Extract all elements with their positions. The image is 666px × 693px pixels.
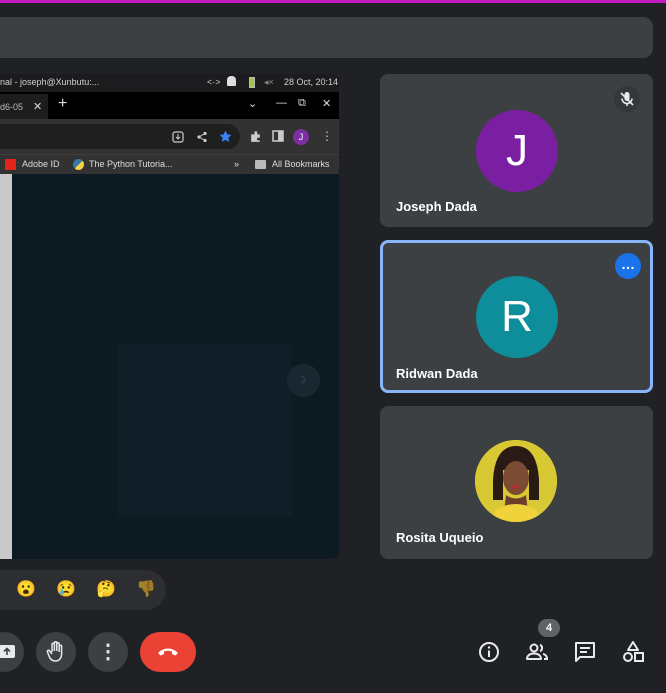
address-bar [0,124,240,149]
browser-toolbar: J ⋮ [0,119,339,154]
reaction-thinking[interactable]: 🤔 [94,578,118,602]
present-screen-button[interactable] [0,632,24,672]
chevron-right-icon: › [287,364,320,397]
more-options-icon[interactable]: … [615,253,641,279]
code-icon: <·> [207,77,221,87]
browser-menu-icon: ⋮ [321,129,333,143]
tab-label: d6-05 [0,102,24,112]
raise-hand-button[interactable] [36,632,76,672]
browser-tab: d6-05 ✕ [0,94,48,119]
bookmark-star-icon [219,130,232,142]
activities-icon[interactable] [621,640,645,664]
end-call-icon [158,648,178,656]
presentation-banner [0,17,653,58]
participant-name: Ridwan Dada [396,366,478,381]
more-options-button[interactable]: ⋮ [88,632,128,672]
reaction-surprised[interactable]: 😮 [14,578,38,602]
reaction-thumbs-down[interactable]: 👎 [134,578,158,602]
people-icon[interactable] [525,640,549,664]
extensions-icon [251,131,260,142]
bell-icon [227,76,236,86]
tab-search-icon: ⌄ [248,98,258,110]
os-status-bar: nal - joseph@Xunbutu:... <·> ◂× 28 Oct, … [0,74,339,92]
participant-name: Rosita Uqueio [396,530,484,545]
present-screen-icon [0,645,15,658]
participant-tile-joseph[interactable]: J Joseph Dada [380,74,653,227]
os-clock: 28 Oct, 20:14 [284,77,339,87]
participant-avatar: J [476,110,558,192]
bookmark-python: The Python Tutoria... [89,159,173,169]
bookmarks-bar: Adobe ID The Python Tutoria... » All Boo… [0,154,339,174]
info-icon[interactable] [477,640,501,664]
python-icon [73,159,84,170]
shared-page-content: › [0,174,339,559]
minimize-icon: — [276,97,287,109]
participant-count-badge: 4 [538,619,560,637]
folder-icon [255,160,266,169]
leave-call-button[interactable] [140,632,196,672]
side-panel-icon [272,130,284,142]
participant-avatar: R [476,276,558,358]
os-window-title: nal - joseph@Xunbutu:... [0,77,100,87]
adobe-icon [5,159,16,170]
mic-off-icon [614,86,640,112]
chat-icon[interactable] [573,640,597,664]
new-tab-icon: + [58,95,68,112]
profile-avatar: J [293,129,309,145]
close-window-icon: ✕ [322,98,332,110]
install-app-icon [172,131,184,143]
shared-screen: nal - joseph@Xunbutu:... <·> ◂× 28 Oct, … [0,74,339,559]
restore-icon: ⧉ [298,97,306,109]
browser-tab-strip: d6-05 ✕ + ⌄ — ⧉ ✕ [0,92,339,119]
participant-photo [475,440,557,522]
battery-icon [249,77,255,88]
window-accent-bar [0,0,666,3]
page-panel [118,344,292,516]
page-edge-image [0,174,12,559]
more-bookmarks-icon: » [234,159,240,169]
reaction-crying[interactable]: 😢 [54,578,78,602]
participant-tile-ridwan[interactable]: … R Ridwan Dada [380,240,653,393]
reactions-bar: 😮 😢 🤔 👎 [0,570,166,610]
bookmark-all: All Bookmarks [272,159,330,169]
participant-tile-rosita[interactable]: Rosita Uqueio [380,406,653,559]
close-tab-icon: ✕ [33,101,43,113]
share-icon [197,131,207,143]
more-vert-icon: ⋮ [98,641,118,663]
bookmark-adobe: Adobe ID [22,159,60,169]
volume-icon: ◂× [264,77,274,87]
hand-icon [46,641,63,662]
participant-name: Joseph Dada [396,199,477,214]
